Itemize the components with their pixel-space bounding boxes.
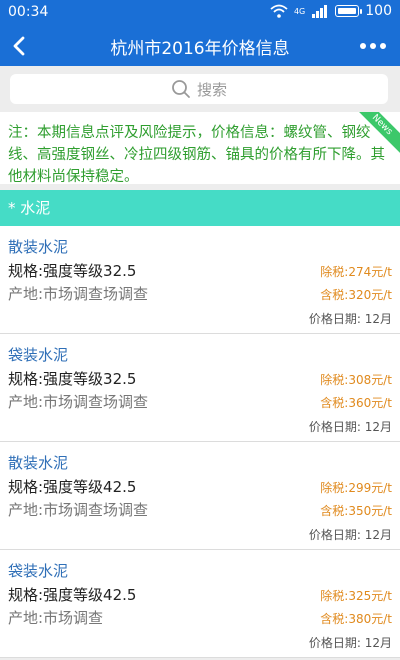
status-icons: 4G 100 [270,3,392,19]
price-excl-tax: 除税:308元/t [320,373,392,387]
price-excl-tax: 除税:325元/t [320,589,392,603]
notice-panel: 注：本期信息点评及风险提示，价格信息：螺纹管、钢绞线、高强度钢丝、冷拉四级钢筋、… [0,112,400,184]
price-list: 散装水泥 规格:强度等级32.5 产地:市场调查场调查 除税:274元/t 含税… [0,226,400,658]
search-bar: 搜索 [0,66,400,110]
item-spec: 规格:强度等级32.5 [8,370,137,388]
more-options-icon[interactable] [356,32,390,60]
search-icon [172,80,190,98]
item-name: 散装水泥 [8,454,69,472]
list-item[interactable]: 袋装水泥 规格:强度等级42.5 产地:市场调查 除税:325元/t 含税:38… [0,550,400,658]
item-name: 袋装水泥 [8,562,69,580]
list-item[interactable]: 散装水泥 规格:强度等级32.5 产地:市场调查场调查 除税:274元/t 含税… [0,226,400,334]
item-name: 袋装水泥 [8,346,69,364]
page-title: 杭州市2016年价格信息 [110,39,290,59]
item-origin: 产地:市场调查场调查 [8,393,149,411]
search-placeholder: 搜索 [196,80,227,99]
battery-icon [335,5,363,17]
search-input[interactable]: 搜索 [10,74,388,104]
price-date: 价格日期: 12月 [308,420,392,434]
price-incl-tax: 含税:380元/t [320,612,392,626]
price-incl-tax: 含税:360元/t [320,396,392,410]
battery-level: 100 [365,3,392,19]
list-item[interactable]: 散装水泥 规格:强度等级42.5 产地:市场调查场调查 除税:299元/t 含税… [0,442,400,550]
app-header: 杭州市2016年价格信息 [0,26,400,66]
status-bar: 00:34 4G 100 [0,0,400,26]
item-spec: 规格:强度等级32.5 [8,262,137,280]
item-spec: 规格:强度等级42.5 [8,478,137,496]
price-date: 价格日期: 12月 [308,528,392,542]
status-time: 00:34 [8,4,49,20]
item-origin: 产地:市场调查 [8,609,104,627]
item-name: 散装水泥 [8,238,69,256]
price-excl-tax: 除税:299元/t [320,481,392,495]
price-date: 价格日期: 12月 [308,312,392,326]
network-type: 4G [293,6,306,16]
signal-icon [312,5,328,18]
item-spec: 规格:强度等级42.5 [8,586,137,604]
category-header[interactable]: * 水泥 [0,190,400,226]
price-date: 价格日期: 12月 [308,636,392,650]
item-origin: 产地:市场调查场调查 [8,501,149,519]
price-incl-tax: 含税:350元/t [320,504,392,518]
notice-text: 注：本期信息点评及风险提示，价格信息：螺纹管、钢绞线、高强度钢丝、冷拉四级钢筋、… [8,125,385,184]
item-origin: 产地:市场调查场调查 [8,285,149,303]
price-incl-tax: 含税:320元/t [320,288,392,302]
price-excl-tax: 除税:274元/t [320,265,392,279]
wifi-icon [270,4,288,18]
list-item[interactable]: 袋装水泥 规格:强度等级32.5 产地:市场调查场调查 除税:308元/t 含税… [0,334,400,442]
